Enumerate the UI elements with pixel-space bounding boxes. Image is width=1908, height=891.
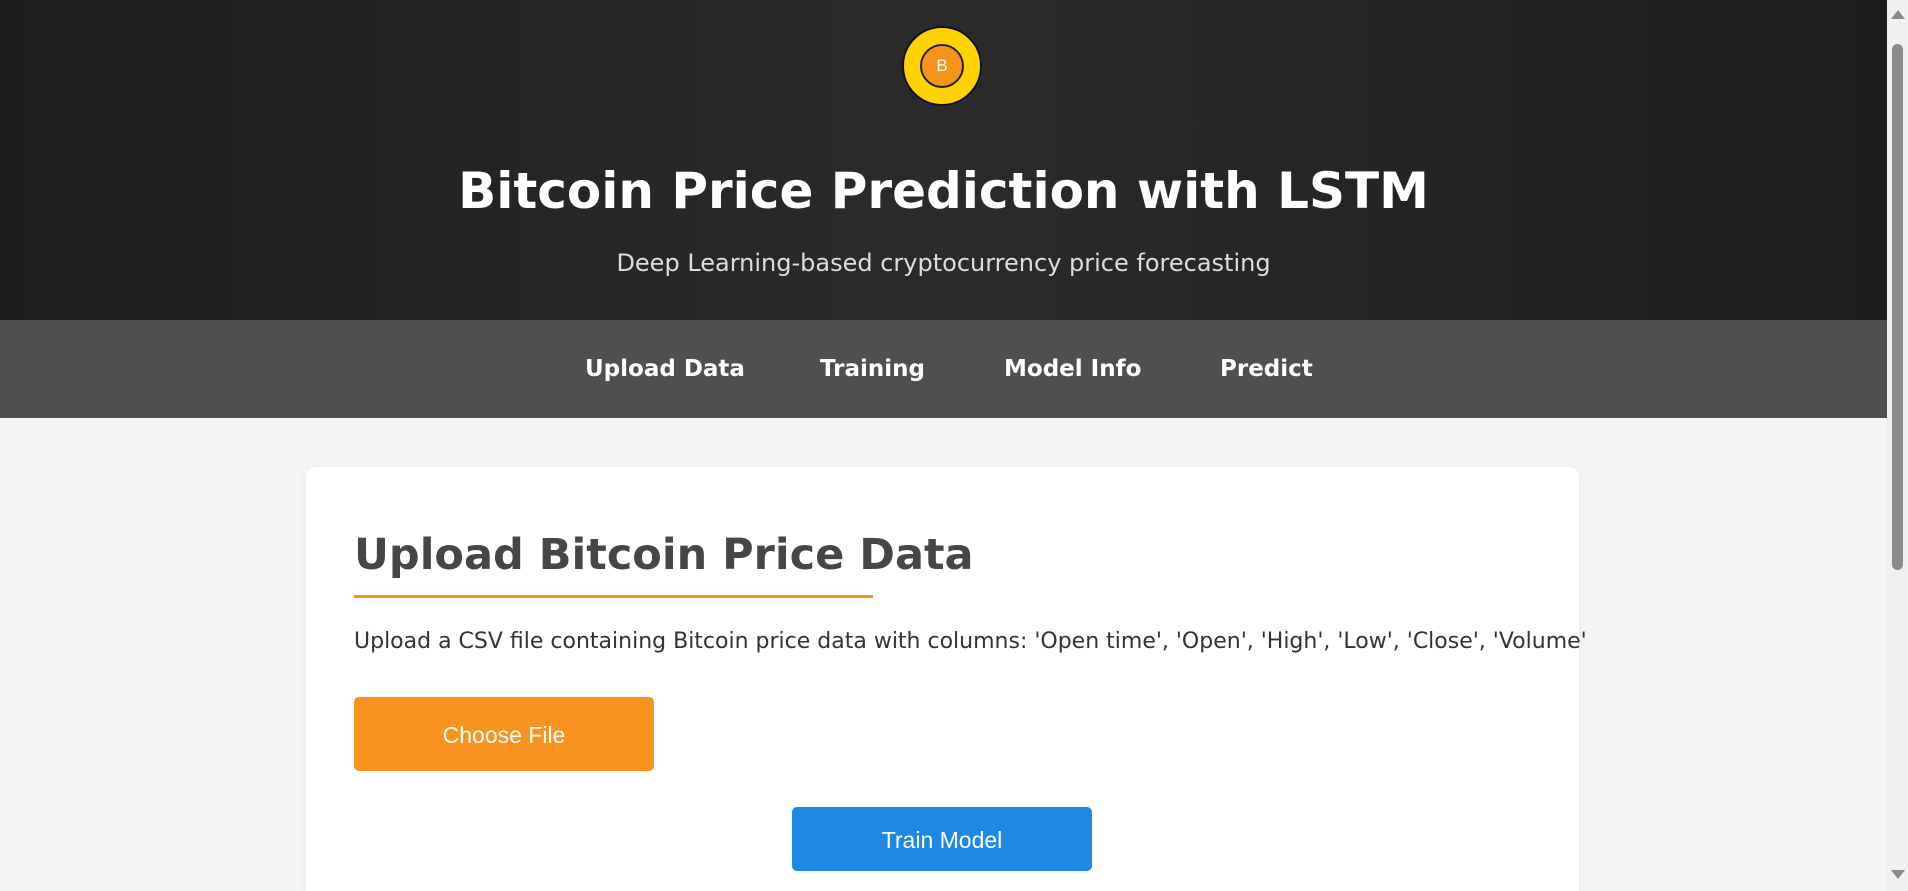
scroll-thumb[interactable] — [1892, 44, 1903, 570]
nav-item-training[interactable]: Training — [820, 320, 925, 418]
page-subtitle: Deep Learning-based cryptocurrency price… — [616, 249, 1271, 277]
upload-heading: Upload Bitcoin Price Data — [354, 530, 974, 580]
main-nav: Upload Data Training Model Info Predict — [0, 320, 1887, 418]
logo-letter: B — [920, 44, 964, 88]
train-model-button[interactable]: Train Model — [792, 807, 1092, 871]
scroll-up-icon[interactable] — [1891, 10, 1905, 19]
page-header: B Bitcoin Price Prediction with LSTM Dee… — [0, 0, 1887, 320]
page: B Bitcoin Price Prediction with LSTM Dee… — [0, 0, 1887, 891]
nav-item-upload-data[interactable]: Upload Data — [585, 320, 745, 418]
heading-underline — [354, 595, 873, 598]
bitcoin-logo-icon: B — [902, 26, 982, 106]
upload-description: Upload a CSV file containing Bitcoin pri… — [354, 629, 1587, 654]
nav-item-predict[interactable]: Predict — [1220, 320, 1313, 418]
upload-card: Upload Bitcoin Price Data Upload a CSV f… — [306, 467, 1587, 891]
nav-item-model-info[interactable]: Model Info — [1004, 320, 1141, 418]
choose-file-button[interactable]: Choose File — [354, 697, 654, 771]
page-title: Bitcoin Price Prediction with LSTM — [458, 162, 1429, 220]
vertical-scrollbar[interactable] — [1887, 0, 1908, 891]
scroll-down-icon[interactable] — [1891, 870, 1905, 879]
